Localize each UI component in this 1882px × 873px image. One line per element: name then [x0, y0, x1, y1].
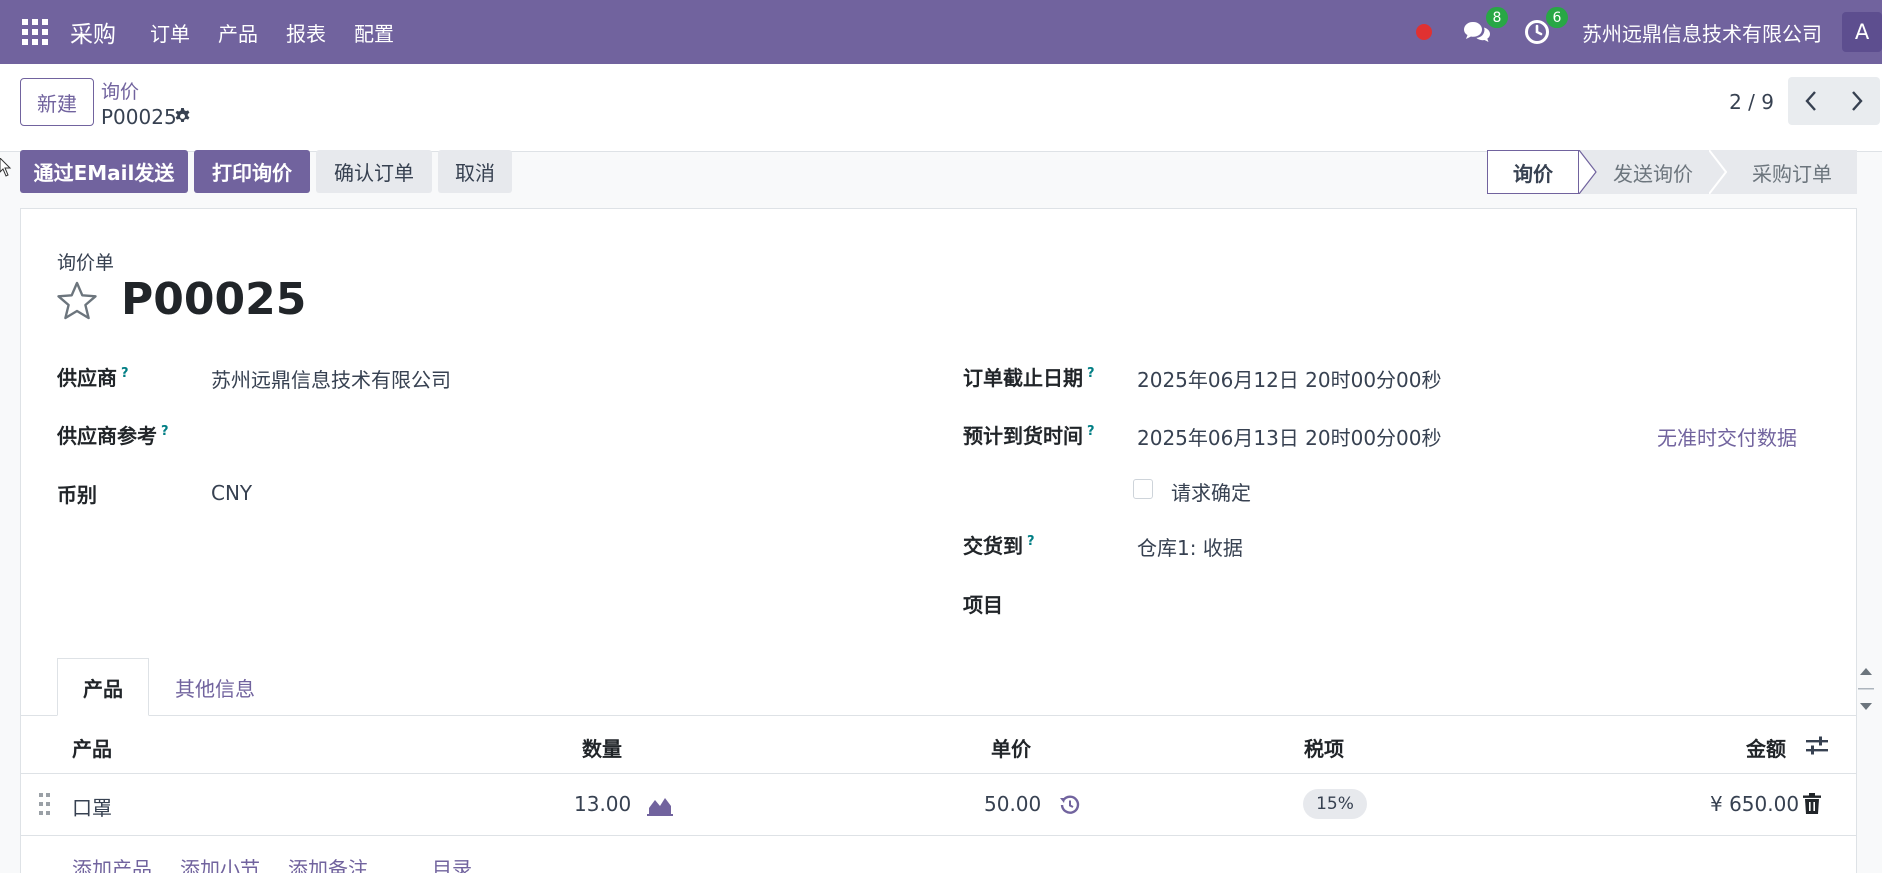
- star-icon[interactable]: [56, 281, 98, 321]
- chevron-right-icon: [1852, 91, 1863, 111]
- project-label: 项目: [963, 593, 1003, 617]
- row-product[interactable]: 口罩: [72, 792, 112, 821]
- column-header-unit-price[interactable]: 单价: [991, 733, 1031, 762]
- control-panel: 新建 询价 P00025 2 / 9: [0, 64, 1882, 152]
- supplier-label: 供应商?: [57, 366, 129, 390]
- breadcrumb-rfq-link[interactable]: 询价: [101, 77, 139, 104]
- delete-row-icon[interactable]: [1803, 793, 1821, 814]
- expected-arrival-field[interactable]: 2025年06月13日 20时00分00秒: [1137, 422, 1442, 451]
- activities-count-badge: 6: [1546, 7, 1568, 28]
- tab-divider: [20, 715, 1857, 716]
- mouse-cursor-icon: [0, 158, 12, 177]
- stage-separator-icon: [1579, 150, 1597, 194]
- row-quantity[interactable]: 13.00: [574, 792, 631, 816]
- deliver-to-field[interactable]: 仓库1: 收据: [1137, 532, 1243, 561]
- history-icon[interactable]: [1059, 794, 1081, 816]
- add-product-link[interactable]: 添加产品: [72, 853, 152, 873]
- print-rfq-button[interactable]: 打印询价: [194, 150, 310, 193]
- recording-dot-icon[interactable]: [1416, 24, 1432, 40]
- confirm-order-button[interactable]: 确认订单: [316, 150, 432, 193]
- document-type-label: 询价单: [57, 252, 115, 274]
- top-navbar: 采购 订单 产品 报表 配置 8 6 苏州远鼎信息技术有限公司 A: [0, 0, 1882, 64]
- stage-rfq[interactable]: 询价: [1487, 150, 1579, 194]
- apps-menu-icon[interactable]: [0, 0, 70, 64]
- user-avatar[interactable]: A: [1842, 12, 1882, 52]
- row-unit-price[interactable]: 50.00: [984, 792, 1041, 816]
- on-time-delivery-link[interactable]: 无准时交付数据: [1657, 422, 1797, 451]
- table-header-divider: [20, 773, 1857, 774]
- gear-icon[interactable]: [173, 106, 192, 126]
- order-deadline-label: 订单截止日期?: [963, 366, 1095, 390]
- app-name[interactable]: 采购: [70, 15, 116, 49]
- stage-rfq-sent[interactable]: 发送询价: [1597, 150, 1709, 194]
- help-tooltip-icon[interactable]: ?: [1087, 366, 1095, 381]
- scroll-arrows-icon[interactable]: [1856, 664, 1876, 714]
- menu-reporting[interactable]: 报表: [272, 0, 340, 64]
- table-row-divider: [20, 835, 1857, 836]
- request-confirmation-label: 请求确定: [1171, 481, 1251, 505]
- new-button[interactable]: 新建: [20, 78, 94, 126]
- pager-next-button[interactable]: [1834, 77, 1880, 125]
- activities-button[interactable]: 6: [1522, 7, 1568, 47]
- forecast-chart-icon[interactable]: [647, 794, 673, 816]
- navbar-systray: 8 6 苏州远鼎信息技术有限公司 A: [1416, 0, 1882, 64]
- menu-configuration[interactable]: 配置: [340, 0, 408, 64]
- company-switcher[interactable]: 苏州远鼎信息技术有限公司: [1582, 18, 1822, 47]
- expected-arrival-label: 预计到货时间?: [963, 424, 1095, 448]
- add-section-link[interactable]: 添加小节: [180, 853, 260, 873]
- send-by-email-button[interactable]: 通过EMail发送: [20, 150, 188, 193]
- cancel-button[interactable]: 取消: [438, 150, 512, 193]
- messages-button[interactable]: 8: [1462, 7, 1508, 47]
- menu-orders[interactable]: 订单: [136, 0, 204, 64]
- row-amount: ¥ 650.00: [1710, 792, 1800, 816]
- tab-other-info[interactable]: 其他信息: [160, 658, 270, 716]
- record-title: P00025: [121, 274, 307, 325]
- help-tooltip-icon[interactable]: ?: [1087, 424, 1095, 439]
- drag-handle-icon[interactable]: [39, 793, 51, 815]
- menu-products[interactable]: 产品: [204, 0, 272, 64]
- request-confirmation-checkbox[interactable]: [1133, 479, 1153, 499]
- help-tooltip-icon[interactable]: ?: [161, 424, 169, 439]
- catalog-link[interactable]: 目录: [432, 853, 472, 873]
- tax-badge[interactable]: 15%: [1303, 789, 1367, 819]
- currency-field[interactable]: CNY: [211, 481, 252, 505]
- stage-purchase-order[interactable]: 采购订单: [1727, 150, 1857, 194]
- supplier-field[interactable]: 苏州远鼎信息技术有限公司: [211, 364, 451, 393]
- supplier-ref-field[interactable]: [211, 422, 911, 448]
- pager-value[interactable]: 2 / 9: [1729, 90, 1774, 114]
- deliver-to-label: 交货到?: [963, 534, 1035, 558]
- add-note-link[interactable]: 添加备注: [288, 853, 368, 873]
- help-tooltip-icon[interactable]: ?: [1027, 534, 1035, 549]
- stage-separator-icon: [1709, 150, 1727, 194]
- clock-icon: [1525, 20, 1549, 44]
- currency-label: 币别: [57, 483, 97, 507]
- status-bar: 询价 发送询价 采购订单: [1487, 150, 1857, 194]
- order-deadline-field[interactable]: 2025年06月12日 20时00分00秒: [1137, 364, 1442, 393]
- column-header-product[interactable]: 产品: [72, 733, 112, 762]
- chat-icon: [1464, 22, 1490, 42]
- help-tooltip-icon[interactable]: ?: [121, 366, 129, 381]
- column-header-taxes[interactable]: 税项: [1304, 733, 1344, 762]
- column-header-quantity[interactable]: 数量: [582, 733, 622, 762]
- column-settings-icon[interactable]: [1805, 735, 1829, 757]
- pager-previous-button[interactable]: [1788, 77, 1834, 125]
- tab-products[interactable]: 产品: [57, 658, 149, 716]
- chevron-left-icon: [1805, 91, 1816, 111]
- messages-count-badge: 8: [1486, 7, 1508, 28]
- column-header-amount[interactable]: 金额: [1746, 733, 1786, 762]
- breadcrumb-record-name: P00025: [101, 105, 177, 129]
- supplier-ref-label: 供应商参考?: [57, 424, 169, 448]
